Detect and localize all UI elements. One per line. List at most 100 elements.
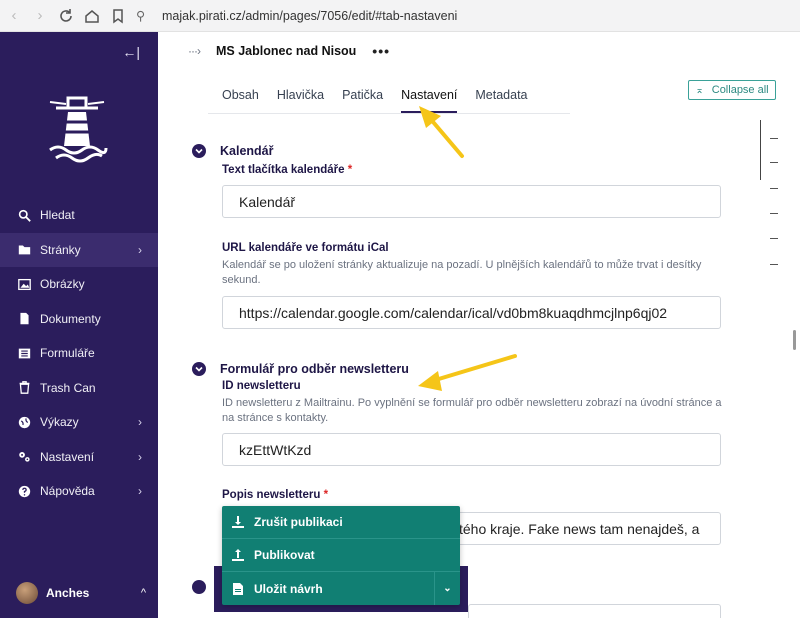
- section-newsletter-header[interactable]: Formulář pro odběr newsletteru: [192, 362, 409, 376]
- globe-icon: [16, 414, 32, 430]
- cogs-icon: [16, 449, 32, 465]
- required-marker: *: [347, 164, 353, 176]
- minimap-tick: [770, 238, 778, 239]
- address-bar[interactable]: ⚲ majak.pirati.cz/admin/pages/7056/edit/…: [136, 4, 457, 28]
- chevron-down-icon[interactable]: ⌄: [434, 572, 460, 605]
- chevron-down-icon: [192, 362, 206, 376]
- edit-tabs: Obsah Hlavička Patička Nastavení Metadat…: [208, 78, 570, 114]
- newsletter-id-input[interactable]: kzEttWtKzd: [222, 433, 721, 466]
- minimap-tick: [770, 213, 778, 214]
- section-toggle-icon[interactable]: [192, 580, 206, 594]
- calendar-url-label: URL kalendáře ve formátu iCal: [222, 242, 389, 254]
- document-icon: [16, 311, 32, 327]
- sidebar-item-hledat[interactable]: Hledat: [0, 198, 158, 233]
- next-field-input[interactable]: [468, 604, 721, 618]
- newsletter-description-label: Popis newsletteru *: [222, 489, 328, 501]
- sidebar-item-label: Nápověda: [40, 484, 95, 499]
- reload-icon[interactable]: [54, 4, 78, 28]
- sidebar-item-nastaveni[interactable]: Nastavení ›: [0, 440, 158, 475]
- collapse-icon: ⌅: [695, 84, 704, 96]
- tab-hlavicka[interactable]: Hlavička: [277, 78, 324, 113]
- tab-obsah[interactable]: Obsah: [222, 78, 259, 113]
- sidebar-item-obrazky[interactable]: Obrázky: [0, 267, 158, 302]
- calendar-url-input[interactable]: https://calendar.google.com/calendar/ica…: [222, 296, 721, 329]
- sidebar-item-napoveda[interactable]: Nápověda ›: [0, 474, 158, 509]
- breadcrumb-toggle-icon[interactable]: ···›: [188, 44, 201, 58]
- minimap-tick: [770, 138, 778, 139]
- download-icon: [232, 516, 244, 528]
- scroll-indicator: [760, 120, 761, 180]
- calendar-button-text-input[interactable]: Kalendář: [222, 185, 721, 218]
- chevron-right-icon: ›: [138, 415, 142, 430]
- publish-button[interactable]: Publikovat: [222, 539, 460, 572]
- search-icon: [16, 207, 32, 223]
- minimap-tick: [770, 188, 778, 189]
- sidebar-item-label: Výkazy: [40, 415, 79, 430]
- chevron-right-icon: ›: [138, 484, 142, 499]
- more-actions-button[interactable]: •••: [372, 43, 390, 59]
- section-title: Formulář pro odběr newsletteru: [220, 362, 409, 376]
- collapse-all-label: Collapse all: [711, 84, 769, 96]
- upload-icon: [232, 549, 244, 561]
- user-menu[interactable]: Anches ^: [16, 582, 146, 604]
- browser-toolbar: ‹ › ⚲ majak.pirati.cz/admin/pages/7056/e…: [0, 0, 800, 32]
- chevron-up-icon: ^: [140, 587, 146, 599]
- forward-icon[interactable]: ›: [28, 4, 52, 28]
- input-value: Kalendář: [239, 193, 296, 210]
- trash-icon: [16, 380, 32, 396]
- user-name: Anches: [46, 586, 90, 600]
- site-settings-icon[interactable]: ⚲: [136, 8, 156, 23]
- field-label-text: Text tlačítka kalendáře: [222, 164, 345, 176]
- sidebar-item-formulare[interactable]: Formuláře: [0, 336, 158, 371]
- folder-icon: [16, 242, 32, 258]
- sidebar-item-label: Formuláře: [40, 346, 95, 361]
- page-scrollbar[interactable]: [793, 330, 796, 350]
- chevron-right-icon: ›: [138, 449, 142, 464]
- sidebar-item-vykazy[interactable]: Výkazy ›: [0, 405, 158, 440]
- minimap-tick: [770, 162, 778, 163]
- input-value: tého kraje. Fake news tam nenajdeš, a: [459, 520, 700, 537]
- unpublish-button[interactable]: Zrušit publikaci: [222, 506, 460, 539]
- calendar-url-help: Kalendář se po uložení stránky aktualizu…: [222, 259, 702, 286]
- page-header: ···› MS Jablonec nad Nisou •••: [158, 32, 800, 70]
- menu-item-label: Publikovat: [254, 548, 315, 562]
- sidebar-item-label: Nastavení: [40, 449, 95, 464]
- tab-metadata[interactable]: Metadata: [475, 78, 527, 113]
- url-text: majak.pirati.cz/admin/pages/7056/edit/#t…: [162, 8, 458, 23]
- sidebar-menu: Hledat Stránky › Obrázky Dokumenty Formu…: [0, 198, 158, 509]
- tab-paticka[interactable]: Patička: [342, 78, 383, 113]
- save-draft-button[interactable]: Uložit návrh ⌄: [222, 572, 460, 605]
- menu-item-label: Zrušit publikaci: [254, 515, 343, 529]
- sidebar: ←| Hledat Stránky › Obrázky Dokumenty Fo…: [0, 32, 158, 618]
- lighthouse-logo-icon[interactable]: [46, 94, 108, 164]
- page-title: MS Jablonec nad Nisou: [215, 44, 357, 58]
- field-label-text: Popis newsletteru: [222, 489, 321, 501]
- save-draft-icon: [233, 582, 243, 595]
- sidebar-item-label: Dokumenty: [40, 311, 101, 326]
- sidebar-item-label: Trash Can: [40, 380, 96, 395]
- calendar-button-label: Text tlačítka kalendáře *: [222, 164, 352, 176]
- section-calendar-header[interactable]: Kalendář: [192, 144, 274, 158]
- sidebar-item-stranky[interactable]: Stránky ›: [0, 232, 158, 267]
- chevron-down-icon: [192, 144, 206, 158]
- sidebar-item-label: Obrázky: [40, 277, 85, 292]
- sidebar-item-label: Hledat: [40, 208, 75, 223]
- minimap-tick: [770, 264, 778, 265]
- sidebar-item-dokumenty[interactable]: Dokumenty: [0, 302, 158, 337]
- image-icon: [16, 276, 32, 292]
- collapse-sidebar-icon[interactable]: ←|: [122, 44, 140, 60]
- sidebar-item-trash-can[interactable]: Trash Can: [0, 371, 158, 406]
- required-marker: *: [323, 489, 329, 501]
- tab-nastaveni[interactable]: Nastavení: [401, 78, 458, 113]
- help-icon: [16, 483, 32, 499]
- input-value: https://calendar.google.com/calendar/ica…: [239, 304, 668, 321]
- bookmark-icon[interactable]: [106, 4, 130, 28]
- form-icon: [16, 345, 32, 361]
- newsletter-id-help: ID newsletteru z Mailtrainu. Po vyplnění…: [222, 397, 722, 424]
- home-icon[interactable]: [80, 4, 104, 28]
- collapse-all-button[interactable]: ⌅ Collapse all: [688, 80, 776, 100]
- annotation-arrow-newsletter: [418, 354, 517, 391]
- sidebar-item-label: Stránky: [40, 242, 81, 257]
- publish-dropdown: Zrušit publikaci Publikovat Uložit návrh…: [222, 506, 460, 605]
- back-icon[interactable]: ‹: [2, 4, 26, 28]
